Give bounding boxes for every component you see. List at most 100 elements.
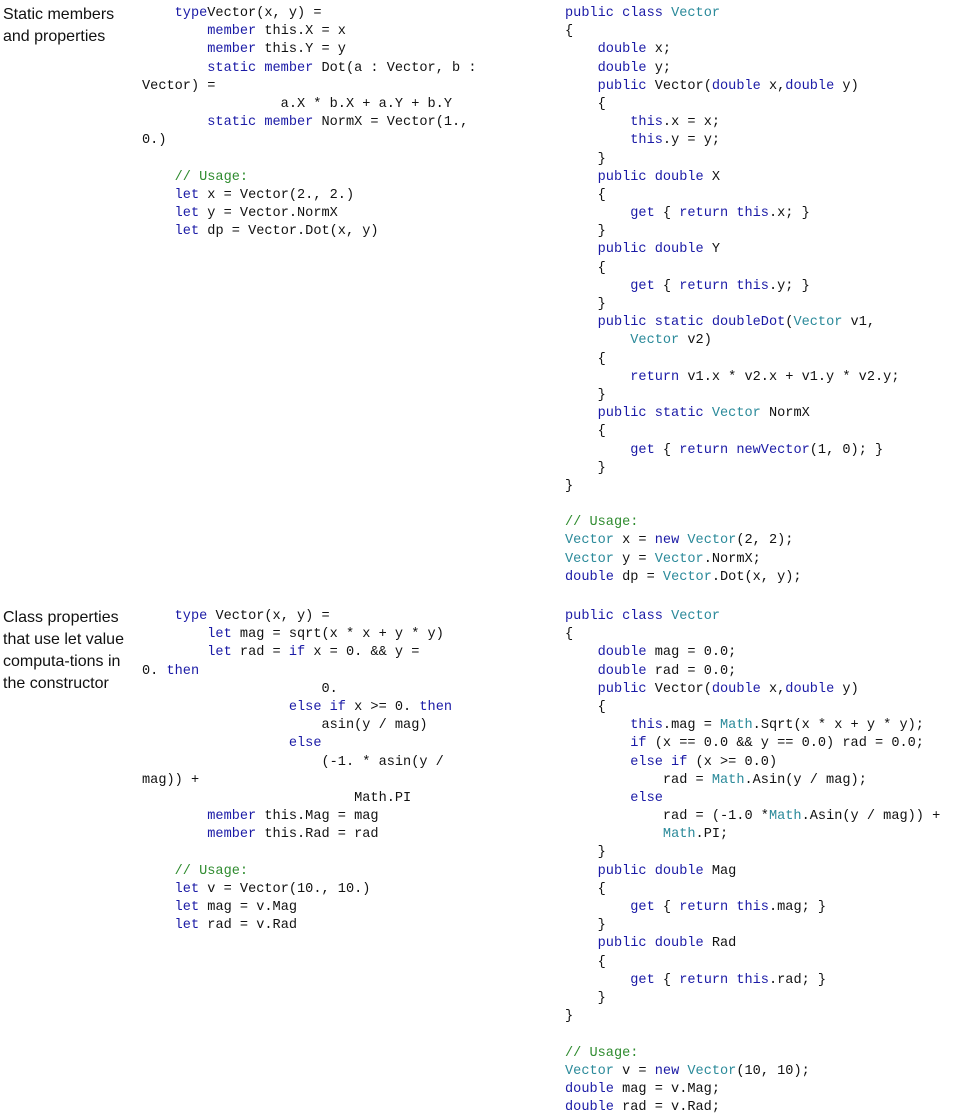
code-line: }: [565, 478, 960, 496]
code-line: }: [565, 1008, 960, 1026]
keyword-token: public static: [597, 406, 712, 422]
code-token: Rad: [703, 936, 737, 952]
code-line: public double Mag: [565, 863, 960, 881]
code-line: public double Y: [565, 241, 960, 259]
code-line: ​: [142, 151, 542, 169]
code-token: y;: [646, 60, 672, 76]
code-token: .rad; }: [768, 972, 827, 988]
code-token: rad = (-1.0 *: [565, 809, 769, 825]
keyword-token: double: [565, 1100, 614, 1116]
keyword-token: get: [630, 900, 655, 915]
code-token: }: [565, 918, 606, 934]
code-token: 0.: [142, 663, 167, 679]
keyword-token: double: [565, 1081, 614, 1097]
code-token: .NormX;: [703, 551, 761, 567]
keyword-token: let: [207, 627, 232, 643]
code-token: {: [654, 278, 680, 294]
comment-token: // Usage:: [174, 863, 249, 879]
code-token: Vector) =: [142, 78, 216, 94]
code-token: {: [565, 260, 606, 276]
code-line: public static doubleDot(Vector v1,: [565, 314, 960, 332]
keyword-token: let: [174, 206, 200, 222]
code-token: {: [565, 187, 606, 203]
keyword-token: get: [630, 278, 655, 294]
code-token: Y: [703, 242, 721, 258]
code-token: .Asin(y / mag)) +: [801, 809, 941, 825]
code-token: dp =: [613, 569, 663, 585]
keyword-token: return this: [679, 972, 769, 988]
code-token: }: [565, 1009, 574, 1025]
code-token: .Dot(x, y);: [711, 569, 802, 585]
code-token: y): [834, 681, 859, 697]
keyword-token: public class: [565, 609, 672, 624]
keyword-token: then: [419, 699, 453, 715]
code-line: static member Dot(a : Vector, b :: [142, 60, 542, 78]
type-token: Math: [720, 718, 753, 734]
code-token: {: [654, 900, 680, 915]
code-line: {: [565, 881, 960, 899]
code-line: typeVector(x, y) =: [142, 5, 542, 23]
code-line: ​: [142, 844, 542, 862]
keyword-token: public class: [565, 6, 672, 21]
type-token: Vector: [687, 533, 737, 549]
code-token: (x == 0.0 && y == 0.0) rad = 0.0;: [646, 736, 924, 752]
code-token: .x; }: [768, 206, 810, 222]
code-line: (-1. * asin(y /: [142, 754, 542, 772]
keyword-token: public double: [597, 936, 704, 952]
code-token: }: [565, 224, 606, 240]
keyword-token: this: [630, 133, 663, 149]
keyword-token: double: [711, 681, 761, 697]
type-token: Vector: [671, 6, 721, 21]
code-line: // Usage:: [142, 863, 542, 881]
code-token: x >= 0.: [345, 699, 420, 715]
code-line: let rad = if x = 0. && y =: [142, 644, 542, 662]
code-line: static member NormX = Vector(1.,: [142, 114, 542, 132]
code-line: else: [565, 790, 960, 808]
code-token: rad = 0.0;: [646, 663, 737, 679]
keyword-token: public double: [597, 169, 704, 185]
code-line: get { return this.x; }: [565, 205, 960, 223]
code-line: 0. then: [142, 663, 542, 681]
keyword-token: double: [597, 645, 647, 661]
code-line: let mag = v.Mag: [142, 899, 542, 917]
code-line: public static Vector NormX: [565, 405, 960, 423]
code-token: (-1. * asin(y /: [142, 754, 444, 770]
code-token: v1,: [842, 315, 876, 331]
code-line: }: [565, 387, 960, 405]
code-token: v2): [679, 333, 712, 349]
code-token: this.Mag = mag: [256, 809, 379, 825]
code-token: .PI;: [695, 827, 729, 843]
code-line: get { return newVector(1, 0); }: [565, 442, 960, 460]
code-token: {: [565, 424, 606, 440]
comment-token: // Usage:: [565, 515, 639, 531]
keyword-token: public double: [597, 242, 704, 258]
type-token: Math: [711, 772, 745, 788]
code-token: y = Vector.NormX: [199, 206, 338, 222]
code-token: mag = v.Mag;: [613, 1081, 721, 1097]
code-token: Vector(x, y) =: [207, 609, 330, 624]
code-token: }: [565, 151, 606, 167]
code-token: .y; }: [768, 278, 810, 294]
code-line: double mag = v.Mag;: [565, 1081, 960, 1099]
code-token: v1.x * v2.x + v1.y * v2.y;: [679, 369, 900, 385]
code-token: {: [565, 627, 574, 643]
keyword-token: double: [597, 60, 647, 76]
code-token: y =: [613, 551, 655, 567]
keyword-token: type: [142, 6, 208, 21]
keyword-token: get: [630, 442, 655, 458]
